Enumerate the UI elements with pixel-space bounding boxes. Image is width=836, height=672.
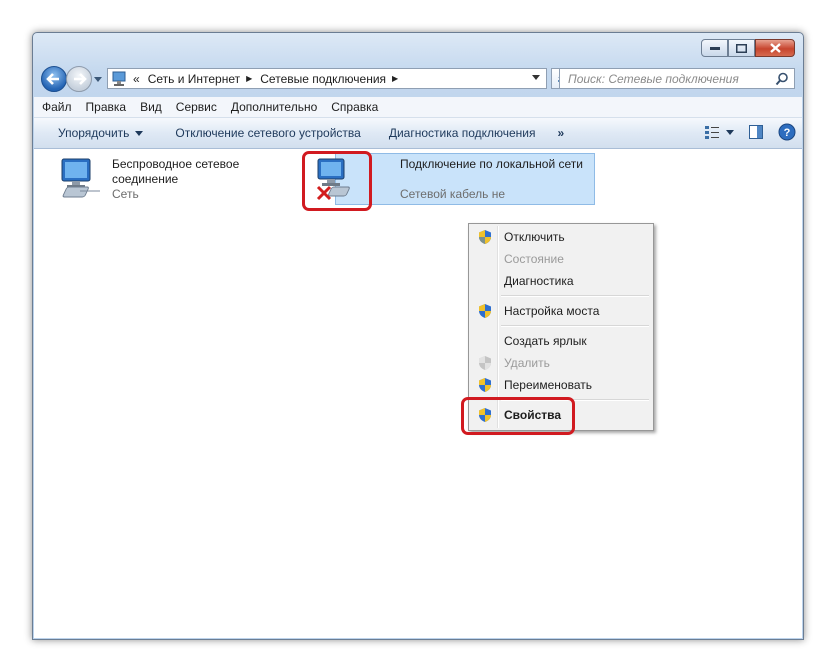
maximize-icon xyxy=(736,43,747,53)
back-button[interactable] xyxy=(41,66,67,92)
disable-device-button[interactable]: Отключение сетевого устройства xyxy=(163,126,372,140)
maximize-button[interactable] xyxy=(728,39,755,57)
organize-button[interactable]: Упорядочить xyxy=(34,126,155,140)
diagnose-button[interactable]: Диагностика подключения xyxy=(377,126,548,140)
menu-advanced[interactable]: Дополнительно xyxy=(225,100,323,114)
connection-status: Сеть xyxy=(112,187,139,201)
breadcrumb-overflow[interactable]: « xyxy=(133,72,140,86)
uac-shield-icon xyxy=(479,378,491,392)
menu-bar: Файл Правка Вид Сервис Дополнительно Спр… xyxy=(34,97,802,118)
search-placeholder: Поиск: Сетевые подключения xyxy=(568,71,739,86)
connection-name-cont: соединение xyxy=(112,172,179,186)
menu-item-rename[interactable]: Переименовать xyxy=(471,374,649,396)
chevron-down-icon xyxy=(135,130,144,136)
view-details-icon xyxy=(705,126,719,139)
connection-name: Подключение по локальной сети xyxy=(400,157,583,171)
arrow-left-icon xyxy=(46,73,59,85)
preview-pane-icon[interactable] xyxy=(748,124,764,140)
view-controls: ? xyxy=(704,123,796,141)
breadcrumb-network-connections[interactable]: Сетевые подключения ▶ xyxy=(260,72,398,86)
menu-item-status: Состояние xyxy=(504,252,564,266)
connection-name: Беспроводное сетевое xyxy=(112,157,240,171)
network-folder-icon xyxy=(112,71,126,86)
address-bar-row: « Сеть и Интернет ▶ Сетевые подключения ▶ … xyxy=(39,65,795,93)
caption-buttons xyxy=(701,39,795,57)
address-field[interactable]: « Сеть и Интернет ▶ Сетевые подключения ▶ xyxy=(107,68,547,89)
explorer-window: « Сеть и Интернет ▶ Сетевые подключения ▶ … xyxy=(32,32,804,640)
connection-status: Сетевой кабель не xyxy=(400,187,506,201)
arrow-right-icon xyxy=(74,73,87,85)
menu-file[interactable]: Файл xyxy=(36,100,78,114)
recent-pages-dropdown[interactable] xyxy=(94,77,102,82)
highlight-lan-icon xyxy=(302,151,372,211)
uac-shield-icon xyxy=(479,304,491,318)
more-commands-button[interactable]: » xyxy=(548,126,575,140)
highlight-properties xyxy=(461,397,575,435)
address-dropdown-icon[interactable] xyxy=(532,75,540,80)
change-view-button[interactable] xyxy=(704,124,734,140)
menu-tools[interactable]: Сервис xyxy=(170,100,223,114)
breadcrumb-network-internet[interactable]: Сеть и Интернет ▶ xyxy=(148,72,253,86)
menu-edit[interactable]: Правка xyxy=(80,100,133,114)
svg-text:?: ? xyxy=(784,127,791,139)
menu-item-create-shortcut[interactable]: Создать ярлык xyxy=(471,330,649,352)
help-icon[interactable]: ? xyxy=(778,123,796,141)
wireless-network-icon xyxy=(61,158,100,198)
menu-help[interactable]: Справка xyxy=(325,100,384,114)
menu-view[interactable]: Вид xyxy=(134,100,168,114)
uac-shield-icon xyxy=(479,356,491,370)
connections-view: Беспроводное сетевое соединение Сеть Под… xyxy=(34,149,802,638)
breadcrumb-arrow-icon[interactable]: ▶ xyxy=(392,74,398,83)
breadcrumb-arrow-icon[interactable]: ▶ xyxy=(246,74,252,83)
menu-item-delete: Удалить xyxy=(471,352,649,374)
menu-item-disable[interactable]: Отключить xyxy=(471,226,649,248)
minimize-icon xyxy=(709,47,720,50)
uac-shield-icon xyxy=(479,230,491,244)
menu-item-diagnose[interactable]: Диагностика xyxy=(471,270,649,292)
forward-button[interactable] xyxy=(66,66,92,92)
command-bar: Упорядочить Отключение сетевого устройст… xyxy=(34,118,802,149)
close-button[interactable] xyxy=(755,39,795,57)
search-icon[interactable] xyxy=(775,72,789,86)
menu-separator xyxy=(501,325,649,327)
minimize-button[interactable] xyxy=(701,39,728,57)
menu-item-bridge[interactable]: Настройка моста xyxy=(471,300,649,322)
search-input[interactable]: Поиск: Сетевые подключения xyxy=(559,68,795,89)
close-icon xyxy=(769,43,781,53)
chevron-down-icon xyxy=(726,129,734,135)
menu-separator xyxy=(501,295,649,297)
